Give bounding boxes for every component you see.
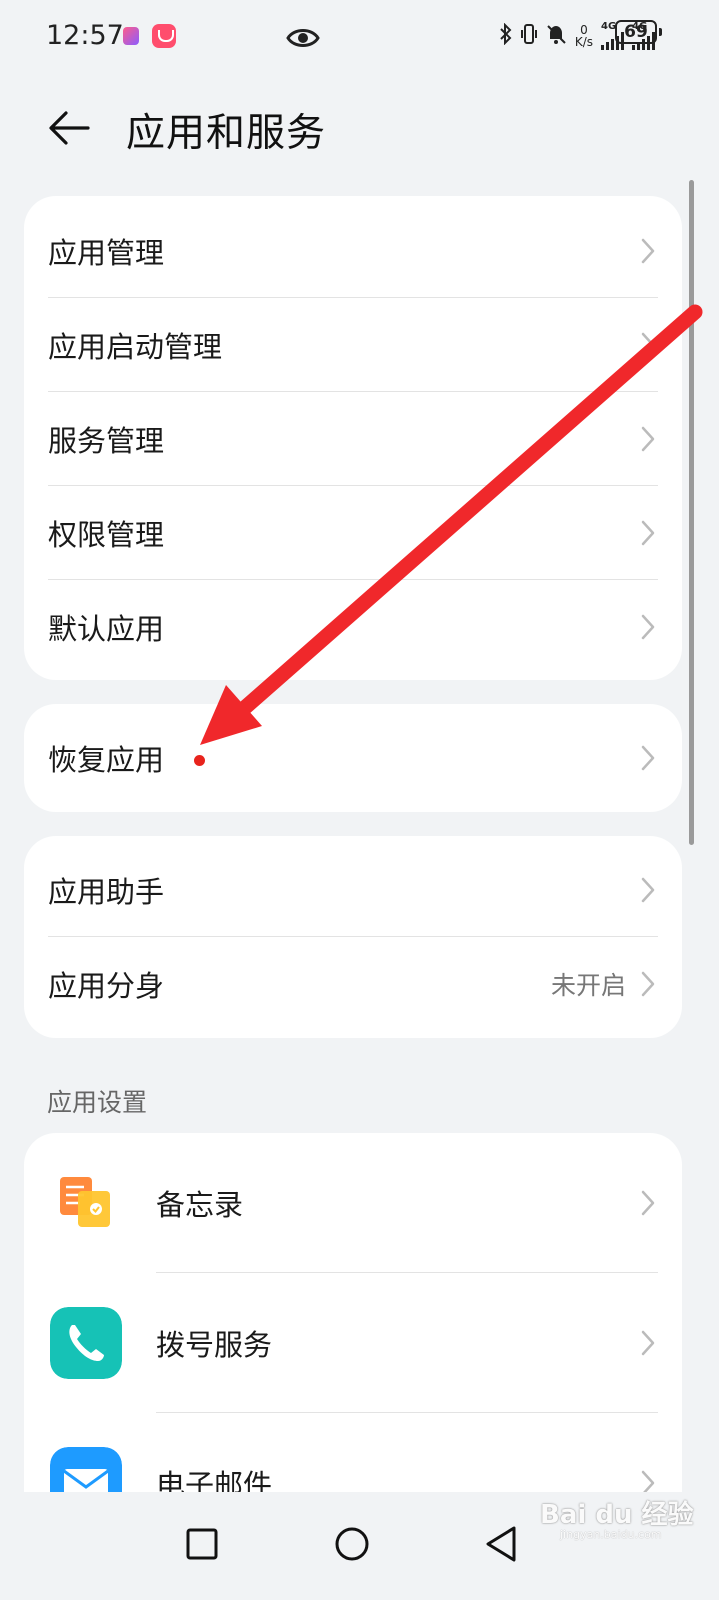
item-label: 默认应用 xyxy=(48,612,165,646)
memo-app-item[interactable]: 备忘录 xyxy=(24,1133,682,1273)
status-time: 12:57 xyxy=(46,20,124,51)
back-triangle-icon[interactable] xyxy=(470,1512,534,1576)
item-label: 应用管理 xyxy=(48,236,165,270)
chevron-right-icon xyxy=(641,877,655,903)
app-assistant-item[interactable]: 应用助手 xyxy=(24,843,682,937)
item-label: 备忘录 xyxy=(156,1188,244,1222)
watermark-url: jingyan.baidu.com xyxy=(560,1528,662,1541)
back-arrow-icon[interactable] xyxy=(44,104,96,152)
service-management-item[interactable]: 服务管理 xyxy=(24,392,682,486)
app-twin-item[interactable]: 应用分身 未开启 xyxy=(24,937,682,1031)
network-speed-unit: K/s xyxy=(574,35,593,49)
page-title: 应用和服务 xyxy=(126,111,327,156)
settings-group-assistant: 应用助手 应用分身 未开启 xyxy=(24,836,682,1038)
app-header: 应用和服务 xyxy=(0,90,719,170)
chevron-right-icon xyxy=(641,1190,655,1216)
default-apps-item[interactable]: 默认应用 xyxy=(24,580,682,674)
notification-app-icon-2 xyxy=(152,24,176,48)
permission-management-item[interactable]: 权限管理 xyxy=(24,486,682,580)
notification-app-icon xyxy=(123,27,139,45)
app-twin-status: 未开启 xyxy=(550,971,626,1000)
item-label: 拨号服务 xyxy=(156,1328,273,1362)
new-badge-dot xyxy=(194,755,205,766)
item-label: 应用助手 xyxy=(48,875,165,909)
vibrate-icon xyxy=(520,23,537,49)
status-bar: 12:57 0 K/s 4G 4G 69 xyxy=(0,0,719,76)
item-label: 服务管理 xyxy=(48,424,165,458)
settings-group-app-settings: 备忘录 拨号服务 电子邮件 xyxy=(24,1133,682,1553)
home-circle-icon[interactable] xyxy=(320,1512,384,1576)
chevron-right-icon xyxy=(641,426,655,452)
app-management-item[interactable]: 应用管理 xyxy=(24,204,682,298)
chevron-right-icon xyxy=(641,1330,655,1356)
item-label: 恢复应用 xyxy=(48,743,165,777)
phone-icon xyxy=(50,1307,122,1379)
item-label: 应用启动管理 xyxy=(48,330,223,364)
battery-icon: 69 xyxy=(615,20,662,44)
bluetooth-icon xyxy=(499,22,513,50)
dialer-service-item[interactable]: 拨号服务 xyxy=(24,1273,682,1413)
section-title-app-settings: 应用设置 xyxy=(47,1088,148,1117)
chevron-right-icon xyxy=(641,332,655,358)
watermark-logo: Bai du 经验 xyxy=(540,1500,694,1530)
chevron-right-icon xyxy=(641,971,655,997)
chevron-right-icon xyxy=(641,520,655,546)
network-type-1: 4G xyxy=(601,21,617,32)
settings-group-management: 应用管理 应用启动管理 服务管理 权限管理 默认应用 xyxy=(24,196,682,680)
scrollbar[interactable] xyxy=(689,180,694,845)
chevron-right-icon xyxy=(641,614,655,640)
network-speed: 0 K/s xyxy=(575,24,593,48)
recents-square-icon[interactable] xyxy=(170,1512,234,1576)
app-launch-management-item[interactable]: 应用启动管理 xyxy=(24,298,682,392)
mute-bell-icon xyxy=(545,23,567,49)
memo-icon xyxy=(60,1177,110,1227)
chevron-right-icon xyxy=(641,745,655,771)
chevron-right-icon xyxy=(641,238,655,264)
restore-apps-item[interactable]: 恢复应用 xyxy=(24,711,682,805)
item-label: 权限管理 xyxy=(48,518,165,552)
settings-group-restore: 恢复应用 xyxy=(24,704,682,812)
battery-level: 69 xyxy=(615,20,657,44)
eye-comfort-icon xyxy=(286,29,320,47)
item-label: 应用分身 xyxy=(48,969,165,1003)
